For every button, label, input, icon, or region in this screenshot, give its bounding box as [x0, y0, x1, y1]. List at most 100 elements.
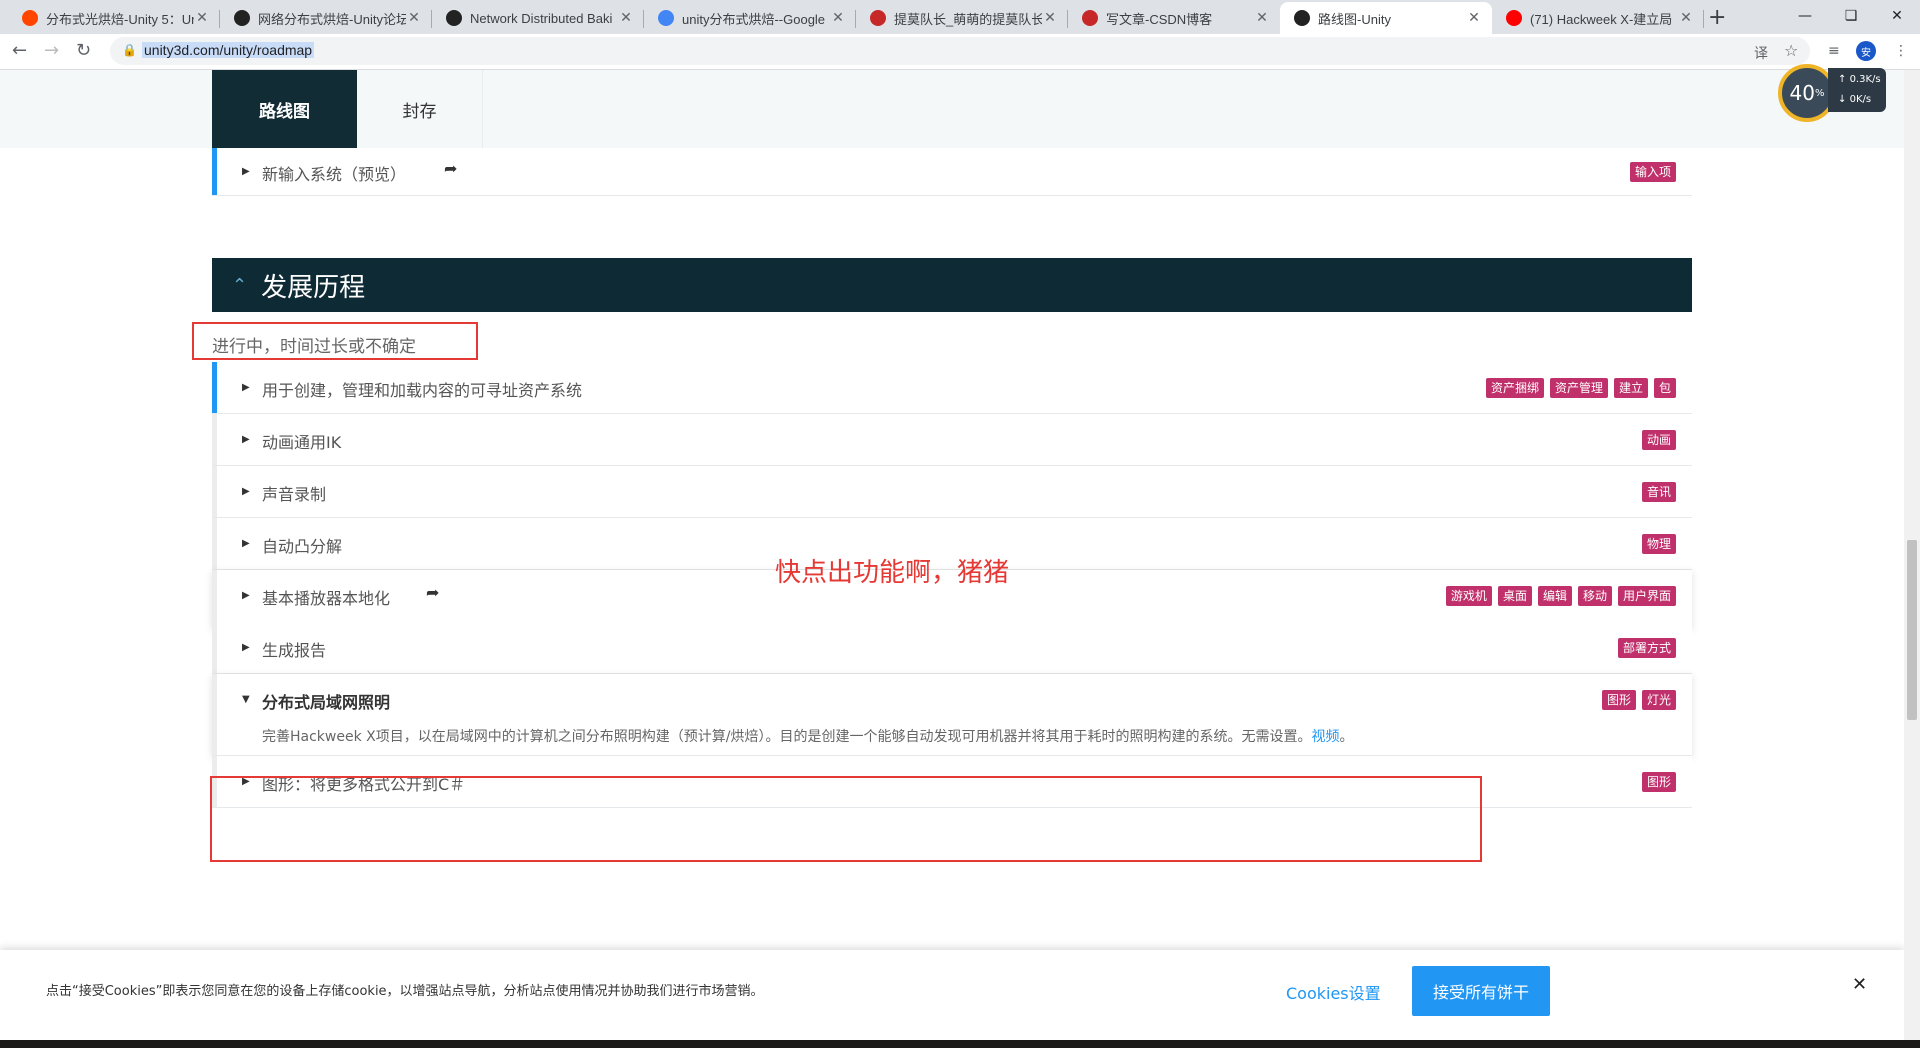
item-label: 用于创建，管理和加载内容的可寻址资产系统: [262, 381, 583, 400]
category-tag[interactable]: 灯光: [1641, 690, 1676, 710]
scrollbar[interactable]: [1904, 70, 1920, 1040]
browser-tab[interactable]: (71) Hackweek X-建立局 ✕: [1492, 2, 1704, 34]
item-label: 分布式局域网照明: [262, 693, 391, 712]
profile-avatar[interactable]: 安: [1856, 41, 1876, 61]
taskbar-strip: [0, 1040, 1920, 1048]
tab-title: 网络分布式烘焙-Unity论坛: [258, 11, 406, 27]
tab-title: 分布式光烘焙-Unity 5：Un: [46, 11, 194, 27]
browser-tab[interactable]: 写文章-CSDN博客 ✕: [1068, 2, 1280, 34]
item-label: 基本播放器本地化: [262, 589, 391, 608]
tab-favicon-icon: [1294, 10, 1310, 26]
tag-list: 物理: [1641, 534, 1676, 554]
roadmap-item[interactable]: ▶ 生成报告 部署方式: [212, 622, 1692, 674]
roadmap-item[interactable]: ▶ 声音录制 音讯: [212, 466, 1692, 518]
category-tag[interactable]: 物理: [1641, 534, 1676, 554]
category-tag[interactable]: 图形: [1601, 690, 1636, 710]
category-tag[interactable]: 输入项: [1629, 162, 1676, 182]
tab-close-icon[interactable]: ✕: [194, 10, 210, 26]
caret-right-icon: ▶: [242, 434, 250, 445]
item-label: 声音录制: [262, 485, 327, 504]
accept-cookies-button[interactable]: 接受所有饼干: [1412, 966, 1550, 1016]
video-link[interactable]: 视频: [1311, 729, 1339, 745]
tab-strip: 分布式光烘焙-Unity 5：Un ✕ 网络分布式烘焙-Unity论坛 ✕ Networ…: [0, 0, 1920, 34]
tag-list: 动画: [1641, 430, 1676, 450]
back-icon[interactable]: ←: [12, 40, 27, 61]
roadmap-subnav: 路线图 封存: [0, 70, 1904, 148]
roadmap-item-new-input[interactable]: ▶ 新输入系统（预览） ➦ 输入项: [212, 148, 1692, 196]
category-tag[interactable]: 部署方式: [1617, 638, 1676, 658]
tab-close-icon[interactable]: ✕: [618, 10, 634, 26]
category-tag[interactable]: 移动: [1577, 586, 1612, 606]
tab-title: 写文章-CSDN博客: [1106, 11, 1213, 27]
tab-title: 提莫队长_萌萌的提莫队长_: [894, 11, 1042, 27]
browser-tab[interactable]: 网络分布式烘焙-Unity论坛 ✕: [220, 2, 432, 34]
tab-close-icon[interactable]: ✕: [1466, 10, 1482, 26]
tab-favicon-icon: [1082, 10, 1098, 26]
tab-favicon-icon: [870, 10, 886, 26]
reading-list-icon[interactable]: ≡: [1828, 43, 1840, 59]
tab-close-icon[interactable]: ✕: [1678, 10, 1694, 26]
category-tag[interactable]: 编辑: [1537, 586, 1572, 606]
reload-icon[interactable]: ↻: [76, 40, 91, 61]
close-icon[interactable]: ✕: [1852, 974, 1867, 995]
category-tag[interactable]: 音讯: [1641, 482, 1676, 502]
share-icon[interactable]: ➦: [444, 159, 457, 178]
tag-list: 部署方式: [1617, 638, 1676, 658]
category-tag[interactable]: 用户界面: [1617, 586, 1676, 606]
description-trail: 。: [1339, 729, 1354, 745]
download-rate: ↓ 0K/s: [1838, 94, 1872, 105]
category-tag[interactable]: 建立: [1613, 378, 1648, 398]
share-icon[interactable]: ➦: [426, 583, 439, 602]
category-tag[interactable]: 资产捆绑: [1485, 378, 1544, 398]
menu-icon[interactable]: ⋮: [1894, 43, 1908, 59]
forward-icon[interactable]: →: [44, 40, 59, 61]
address-bar[interactable]: 🔒 unity3d.com/unity/roadmap 译 ☆: [110, 37, 1810, 65]
tab-archive[interactable]: 封存: [357, 70, 483, 148]
cookie-settings-link[interactable]: Cookies设置: [1286, 980, 1381, 1004]
translate-icon[interactable]: 译: [1754, 43, 1768, 63]
tab-close-icon[interactable]: ✕: [1042, 10, 1058, 26]
annotation-text: 快点出功能啊，猪猪: [775, 558, 1010, 588]
tab-close-icon[interactable]: ✕: [406, 10, 422, 26]
roadmap-item[interactable]: ▶ 用于创建，管理和加载内容的可寻址资产系统 资产捆绑 资产管理 建立包: [212, 362, 1692, 414]
tab-title: 路线图-Unity: [1318, 11, 1391, 27]
cookie-text: 点击“接受Cookies”即表示您同意在您的设备上存储cookie，以增强站点导…: [46, 984, 764, 999]
caret-right-icon: ▶: [242, 590, 250, 601]
url-text[interactable]: unity3d.com/unity/roadmap: [142, 42, 315, 58]
tag-list: 资产捆绑 资产管理 建立包: [1485, 378, 1676, 398]
category-tag[interactable]: 图形: [1641, 772, 1676, 792]
tag-list: 图形: [1641, 772, 1676, 792]
description-text: 完善Hackweek X项目，以在局域网中的计算机之间分布照明构建（预计算/烘焙…: [262, 729, 1312, 745]
browser-tab[interactable]: Network Distributed Baki ✕: [432, 2, 644, 34]
tab-close-icon[interactable]: ✕: [1254, 10, 1270, 26]
new-tab-button[interactable]: +: [1708, 5, 1726, 30]
tab-close-icon[interactable]: ✕: [830, 10, 846, 26]
tab-roadmap[interactable]: 路线图: [212, 70, 357, 148]
tag-list: 音讯: [1641, 482, 1676, 502]
bookmark-star-icon[interactable]: ☆: [1784, 41, 1798, 60]
speed-percent-unit: %: [1814, 87, 1825, 99]
tab-favicon-icon: [22, 10, 38, 26]
restore-button[interactable]: ❏: [1828, 0, 1874, 32]
browser-tab[interactable]: 分布式光烘焙-Unity 5：Un ✕: [8, 2, 220, 34]
category-tag[interactable]: 包: [1653, 378, 1676, 398]
tab-title: (71) Hackweek X-建立局: [1530, 11, 1673, 27]
browser-tab[interactable]: 提莫队长_萌萌的提莫队长_ ✕: [856, 2, 1068, 34]
section-title: 发展历程: [261, 272, 366, 303]
caret-down-icon: ▼: [242, 694, 250, 705]
browser-tab[interactable]: 路线图-Unity ✕: [1280, 2, 1492, 34]
category-tag[interactable]: 资产管理: [1549, 378, 1608, 398]
category-tag[interactable]: 游戏机: [1445, 586, 1492, 606]
scrollbar-thumb[interactable]: [1907, 540, 1917, 720]
category-tag[interactable]: 桌面: [1497, 586, 1532, 606]
close-window-button[interactable]: ✕: [1874, 0, 1920, 32]
browser-toolbar: ← → ↻ 🔒 unity3d.com/unity/roadmap 译 ☆ ≡ …: [0, 34, 1920, 70]
browser-tab[interactable]: unity分布式烘焙--Google ✕: [644, 2, 856, 34]
caret-right-icon: ▶: [242, 486, 250, 497]
roadmap-item[interactable]: ▶ 动画通用IK 动画: [212, 414, 1692, 466]
category-tag[interactable]: 动画: [1641, 430, 1676, 450]
minimize-button[interactable]: —: [1782, 0, 1828, 32]
caret-right-icon: ▶: [242, 642, 250, 653]
roadmap-item[interactable]: ▼ 分布式局域网照明 图形 灯光完善Hackweek X项目，以在局域网中的计算机之间…: [212, 674, 1692, 756]
section-header[interactable]: ⌃ 发展历程: [212, 258, 1692, 312]
